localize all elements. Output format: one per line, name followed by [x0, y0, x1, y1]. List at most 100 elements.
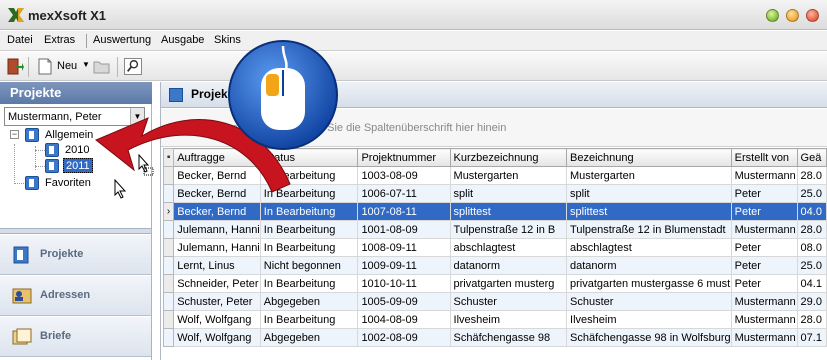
table-cell[interactable]: 1008-09-11: [357, 238, 451, 257]
table-cell[interactable]: In Bearbeitung: [259, 202, 359, 221]
table-cell[interactable]: In Bearbeitung: [259, 166, 359, 185]
menu-extras[interactable]: Extras: [44, 34, 75, 46]
table-cell[interactable]: Schäfchengasse 98 in Wolfsburg: [566, 328, 732, 347]
row-header[interactable]: [162, 292, 175, 311]
table-cell[interactable]: Becker, Bernd: [173, 202, 261, 221]
table-cell[interactable]: Peter: [730, 238, 798, 257]
table-cell[interactable]: Mustergarten: [566, 166, 732, 185]
table-cell[interactable]: 25.0: [796, 184, 827, 203]
table-row[interactable]: Julemann, Hanni In Bearbeitung 1008-09-11 a…: [162, 238, 827, 257]
table-cell[interactable]: splittest: [566, 202, 732, 221]
table-cell[interactable]: 1003-08-09: [357, 166, 451, 185]
table-cell[interactable]: 1010-10-11: [357, 274, 451, 293]
table-cell[interactable]: datanorm: [449, 256, 568, 275]
table-cell[interactable]: Nicht begonnen: [259, 256, 359, 275]
table-cell[interactable]: Tulpenstraße 12 in B: [449, 220, 568, 239]
table-cell[interactable]: 29.0: [796, 292, 827, 311]
column-header[interactable]: Projektnummer: [357, 148, 451, 167]
table-row[interactable]: › Becker, Bernd In Bearbeitung 1007-08-11 sp…: [162, 202, 827, 221]
table-cell[interactable]: Ilvesheim: [566, 310, 732, 329]
column-header[interactable]: Bezeichnung: [566, 148, 732, 167]
table-cell[interactable]: 28.0: [796, 166, 827, 185]
column-header[interactable]: Kurzbezeichnung: [449, 148, 568, 167]
new-button[interactable]: Neu: [57, 60, 77, 72]
table-cell[interactable]: Becker, Bernd: [173, 166, 261, 185]
table-cell[interactable]: 1007-08-11: [357, 202, 451, 221]
grid-corner[interactable]: ▪: [162, 148, 175, 167]
table-cell[interactable]: Wolf, Wolfgang: [173, 328, 261, 347]
column-header[interactable]: Geä: [796, 148, 827, 167]
table-row[interactable]: Becker, Bernd In Bearbeitung 1006-07-11 spl…: [162, 184, 827, 203]
table-cell[interactable]: Abgegeben: [259, 292, 359, 311]
row-header[interactable]: [162, 310, 175, 329]
table-cell[interactable]: privatgarten mustergasse 6 must: [566, 274, 732, 293]
table-row[interactable]: Wolf, Wolfgang Abgegeben 1002-08-09 Schäfch…: [162, 328, 827, 347]
table-cell[interactable]: 1001-08-09: [357, 220, 451, 239]
table-cell[interactable]: Wolf, Wolfgang: [173, 310, 261, 329]
table-row[interactable]: Becker, Bernd In Bearbeitung 1003-08-09 Mus…: [162, 166, 827, 185]
table-cell[interactable]: Schuster: [566, 292, 732, 311]
table-cell[interactable]: 1009-09-11: [357, 256, 451, 275]
table-cell[interactable]: 1002-08-09: [357, 328, 451, 347]
table-cell[interactable]: 28.0: [796, 310, 827, 329]
table-row[interactable]: Julemann, Hanni In Bearbeitung 1001-08-09 T…: [162, 220, 827, 239]
table-cell[interactable]: split: [449, 184, 568, 203]
table-cell[interactable]: In Bearbeitung: [259, 184, 359, 203]
row-current-indicator-icon[interactable]: ›: [162, 202, 175, 221]
table-cell[interactable]: Mustermann: [730, 292, 798, 311]
table-cell[interactable]: 25.0: [796, 256, 827, 275]
maximize-button[interactable]: [786, 9, 799, 22]
table-cell[interactable]: Mustermann: [730, 310, 798, 329]
table-row[interactable]: Wolf, Wolfgang In Bearbeitung 1004-08-09 Il…: [162, 310, 827, 329]
search-icon[interactable]: [124, 58, 142, 75]
nav-adressen[interactable]: Adressen: [0, 276, 151, 316]
sidebar-splitter[interactable]: [0, 228, 151, 234]
row-header[interactable]: [162, 184, 175, 203]
table-cell[interactable]: Mustermann: [730, 166, 798, 185]
table-cell[interactable]: 04.1: [796, 274, 827, 293]
table-cell[interactable]: Mustermann: [730, 328, 798, 347]
table-cell[interactable]: abschlagtest: [449, 238, 568, 257]
tree-node-2010[interactable]: 2010: [45, 142, 105, 158]
nav-briefe[interactable]: Briefe: [0, 317, 151, 357]
table-cell[interactable]: In Bearbeitung: [259, 220, 359, 239]
chevron-down-icon[interactable]: ▼: [130, 108, 144, 125]
table-cell[interactable]: Schneider, Peter: [173, 274, 261, 293]
table-cell[interactable]: In Bearbeitung: [259, 238, 359, 257]
table-cell[interactable]: 1006-07-11: [357, 184, 451, 203]
table-cell[interactable]: Mustermann: [730, 220, 798, 239]
new-document-icon[interactable]: [36, 58, 54, 75]
table-cell[interactable]: In Bearbeitung: [259, 274, 359, 293]
table-row[interactable]: Lernt, Linus Nicht begonnen 1009-09-11 data…: [162, 256, 827, 275]
table-cell[interactable]: Peter: [730, 274, 798, 293]
table-cell[interactable]: Schäfchengasse 98: [449, 328, 568, 347]
table-row[interactable]: Schuster, Peter Abgegeben 1005-09-09 Schust…: [162, 292, 827, 311]
table-cell[interactable]: Tulpenstraße 12 in Blumenstadt: [566, 220, 732, 239]
table-cell[interactable]: 07.1: [796, 328, 827, 347]
menu-auswertung[interactable]: Auswertung: [93, 34, 151, 46]
table-cell[interactable]: Schuster, Peter: [173, 292, 261, 311]
table-cell[interactable]: privatgarten musterg: [449, 274, 568, 293]
minimize-button[interactable]: [766, 9, 779, 22]
close-button[interactable]: [806, 9, 819, 22]
open-folder-icon[interactable]: [93, 58, 111, 75]
table-cell[interactable]: 28.0: [796, 220, 827, 239]
table-cell[interactable]: Peter: [730, 256, 798, 275]
column-header[interactable]: Erstellt von: [730, 148, 798, 167]
nav-projekte[interactable]: Projekte: [0, 235, 151, 275]
tree-collapse-toggle[interactable]: −: [10, 130, 19, 139]
table-cell[interactable]: Becker, Bernd: [173, 184, 261, 203]
tree-node-2011[interactable]: 2011: [45, 158, 105, 174]
tree-node-favoriten[interactable]: Favoriten: [25, 175, 115, 191]
table-cell[interactable]: datanorm: [566, 256, 732, 275]
table-cell[interactable]: Abgegeben: [259, 328, 359, 347]
table-cell[interactable]: Ilvesheim: [449, 310, 568, 329]
user-select[interactable]: Mustermann, Peter ▼: [4, 107, 145, 126]
table-row[interactable]: Schneider, Peter In Bearbeitung 1010-10-11…: [162, 274, 827, 293]
table-cell[interactable]: splittest: [449, 202, 568, 221]
row-header[interactable]: [162, 256, 175, 275]
table-cell[interactable]: In Bearbeitung: [259, 310, 359, 329]
table-cell[interactable]: 1005-09-09: [357, 292, 451, 311]
row-header[interactable]: [162, 238, 175, 257]
table-cell[interactable]: 04.0: [796, 202, 827, 221]
